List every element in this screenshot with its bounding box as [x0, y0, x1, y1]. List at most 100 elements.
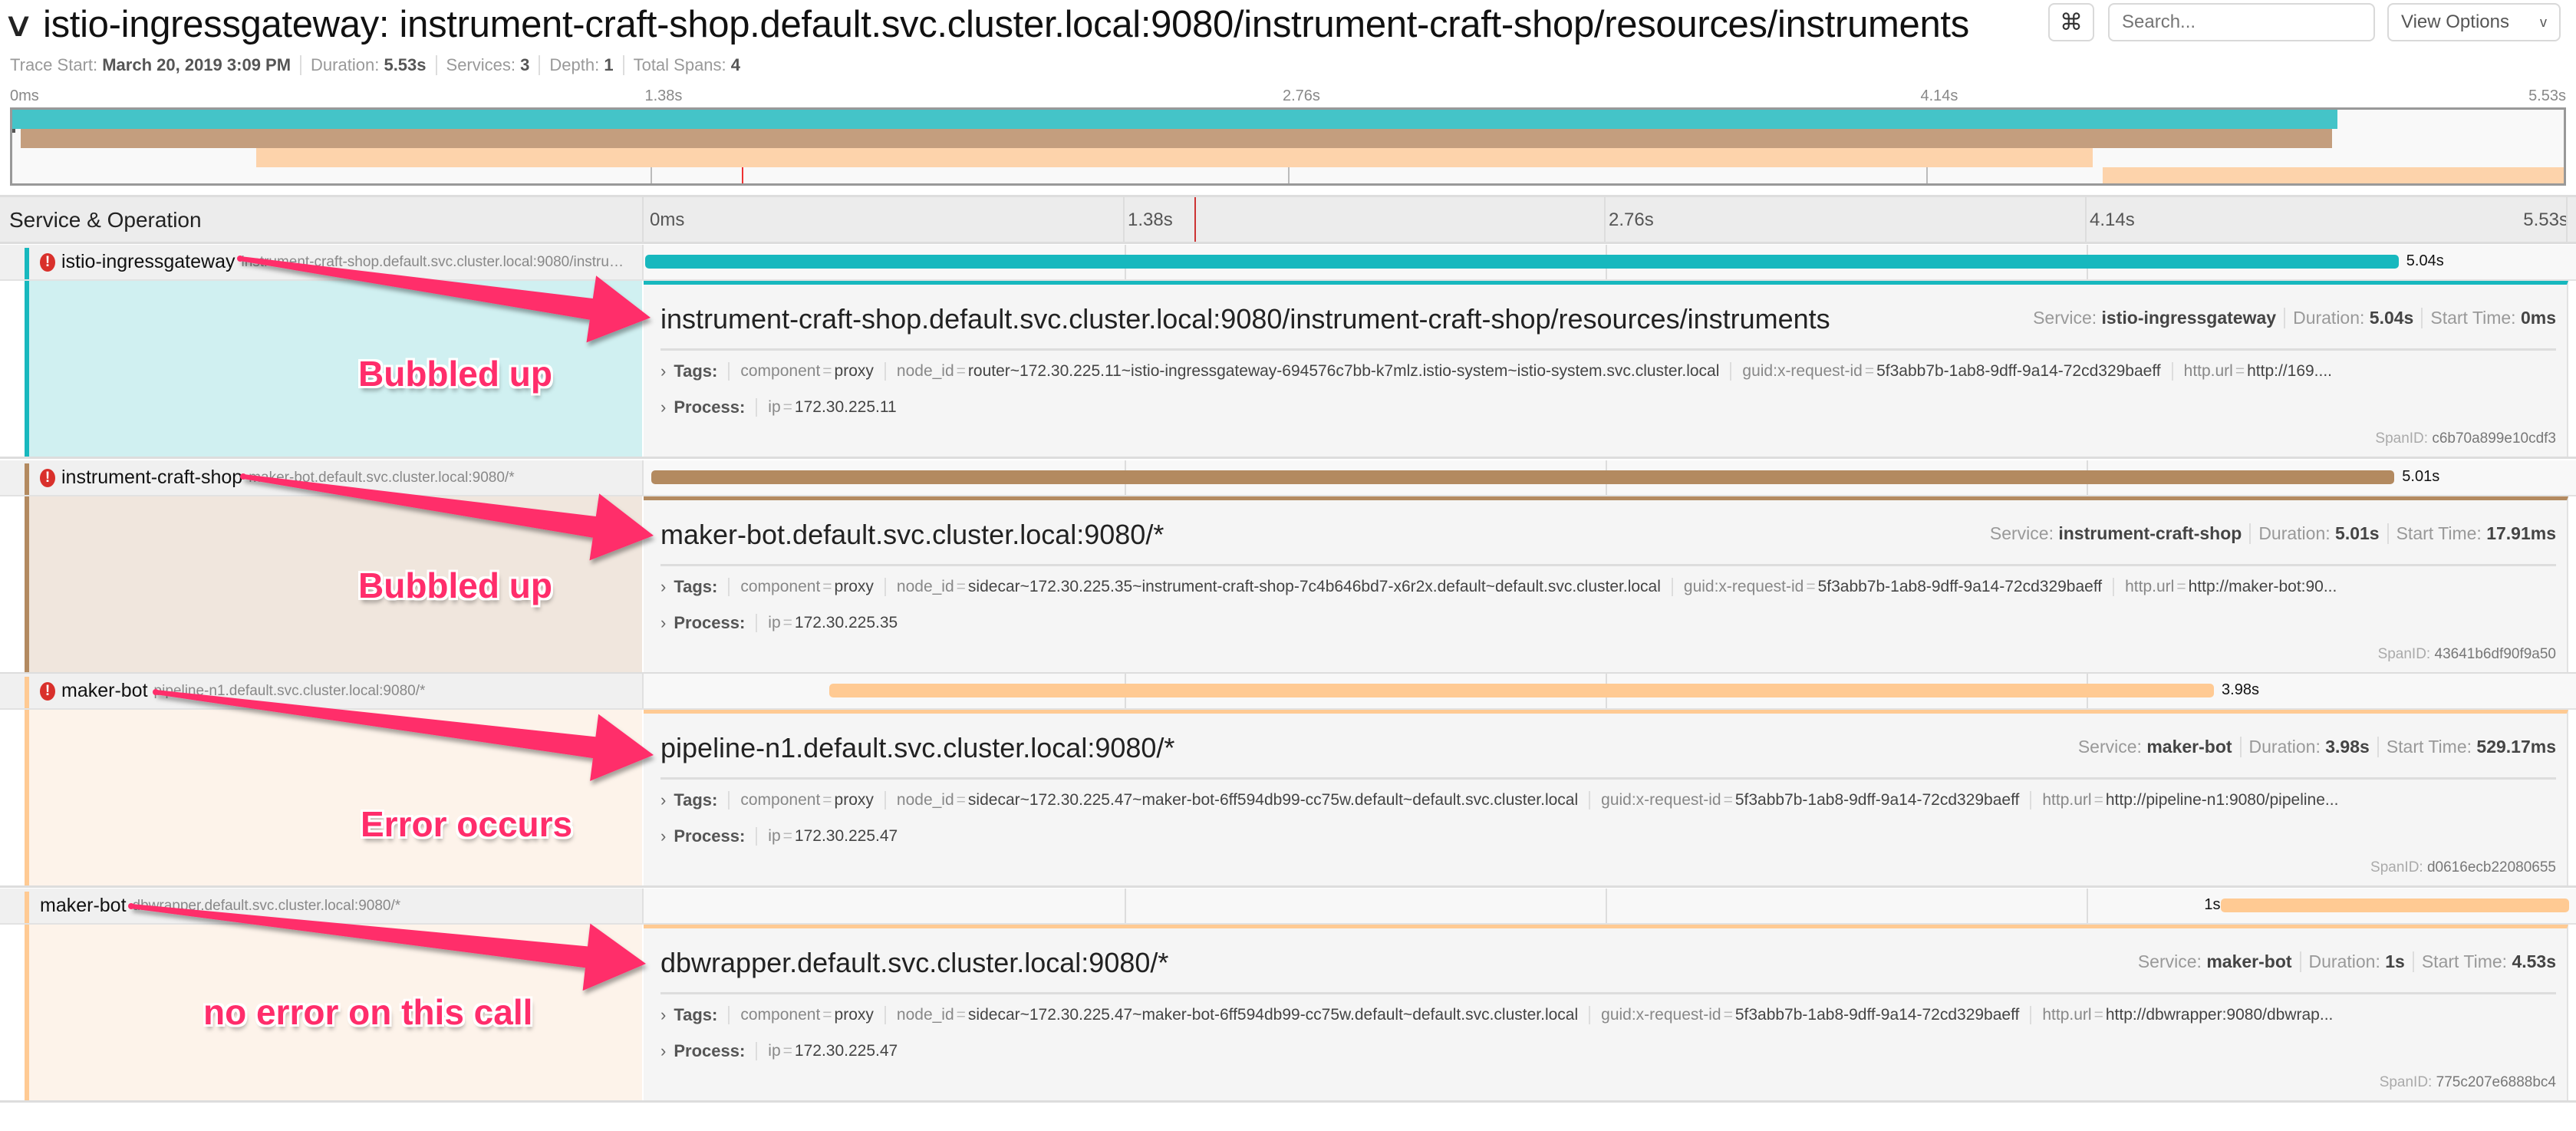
minimap-span-bar	[20, 129, 2332, 148]
chevron-right-icon[interactable]: ›	[660, 790, 666, 810]
span-label[interactable]: ! maker-bot pipeline-n1.default.svc.cluste…	[40, 674, 631, 708]
tag-equals: =	[2176, 578, 2186, 595]
tags-section[interactable]: › Tags: component = proxy node_id = sidecar~172…	[660, 1005, 2556, 1025]
tags-section[interactable]: › Tags: component = proxy node_id = sidecar~172…	[660, 790, 2556, 810]
tags-item: node_id = sidecar~172.30.225.47~maker-bot-…	[884, 791, 1589, 810]
span-service-name: maker-bot	[61, 680, 148, 701]
span-duration-bar[interactable]	[828, 684, 2215, 697]
detail-duration-value: 1s	[2385, 951, 2405, 971]
span-label[interactable]: ! instrument-craft-shop maker-bot.default.…	[40, 460, 631, 495]
chevron-right-icon[interactable]: ›	[660, 613, 666, 633]
span-row[interactable]: ! istio-ingressgateway instrument-craft-sh…	[0, 245, 2576, 281]
span-detail-title: instrument-craft-shop.default.svc.cluste…	[660, 303, 1830, 335]
process-section[interactable]: › Process: ip = 172.30.225.35	[660, 613, 2556, 633]
span-timeline[interactable]: 5.01s	[642, 460, 2576, 495]
detail-service-value: instrument-craft-shop	[2058, 523, 2242, 543]
span-duration-bar[interactable]	[645, 255, 2399, 269]
tag-value: proxy	[834, 1006, 874, 1024]
tag-key: guid:x-request-id	[1601, 1006, 1721, 1024]
span-detail-panel: pipeline-n1.default.svc.cluster.local:90…	[644, 710, 2568, 885]
tag-value: http://maker-bot:90...	[2188, 578, 2337, 595]
tag-key: component	[740, 791, 821, 809]
detail-start-time-value: 0ms	[2520, 308, 2556, 328]
keyboard-shortcuts-button[interactable]: ⌘	[2048, 3, 2094, 41]
view-options-label: View Options	[2401, 12, 2509, 32]
tag-equals: =	[822, 791, 832, 809]
span-duration-label: 5.04s	[2406, 252, 2444, 269]
tags-item: http.url = http://maker-bot:90...	[2113, 578, 2347, 596]
process-label: Process:	[674, 1041, 746, 1060]
span-timeline[interactable]: 1s	[642, 889, 2576, 923]
chevron-down-icon[interactable]: ∨	[2, 5, 48, 45]
tag-key: component	[740, 362, 821, 380]
detail-duration: Duration: 5.04s	[2284, 308, 2421, 328]
tag-equals: =	[956, 578, 966, 595]
span-detail-title: dbwrapper.default.svc.cluster.local:9080…	[660, 947, 1169, 978]
trace-title-bar: ∨ istio-ingressgateway: instrument-craft…	[0, 0, 2033, 49]
span-id: SpanID: 43641b6df90f9a50	[2378, 646, 2556, 663]
chevron-right-icon[interactable]: ›	[660, 577, 666, 597]
process-section[interactable]: › Process: ip = 172.30.225.47	[660, 1041, 2556, 1061]
tag-equals: =	[782, 1042, 792, 1060]
detail-service-label: Service:	[2077, 737, 2142, 757]
span-id-value: c6b70a899e10cdf3	[2432, 430, 2556, 447]
chevron-right-icon[interactable]: ›	[660, 361, 666, 381]
span-detail-meta: Service: istio-ingressgateway Duration: 5…	[2025, 308, 2556, 328]
tags-section[interactable]: › Tags: component = proxy node_id = sidecar~172…	[660, 577, 2556, 597]
chevron-right-icon[interactable]: ›	[660, 1041, 666, 1061]
span-duration-bar[interactable]	[651, 470, 2395, 484]
tags-item: component = proxy	[728, 791, 884, 810]
detail-start-time-value: 4.53s	[2512, 951, 2556, 971]
span-service-name: instrument-craft-shop	[61, 467, 243, 488]
detail-service-label: Service:	[2137, 951, 2202, 971]
tags-section[interactable]: › Tags: component = proxy node_id = router~172.…	[660, 361, 2556, 381]
span-detail-indent	[25, 710, 642, 885]
chevron-right-icon[interactable]: ›	[660, 397, 666, 417]
tag-value: 172.30.225.11	[794, 398, 897, 416]
trace-minimap[interactable]	[10, 107, 2566, 186]
timeline-gridline	[1125, 889, 1126, 923]
minimap-tick-label: 5.53s	[2528, 87, 2566, 104]
span-row[interactable]: ! instrument-craft-shop maker-bot.default.…	[0, 460, 2576, 496]
detail-start-time-value: 529.17ms	[2476, 737, 2556, 757]
tag-equals: =	[956, 1006, 966, 1024]
process-label: Process:	[674, 826, 746, 846]
minimap-span-bar	[2102, 167, 2564, 183]
span-service-name: maker-bot	[40, 895, 127, 916]
search-input[interactable]	[2108, 3, 2375, 41]
chevron-right-icon[interactable]: ›	[660, 1005, 666, 1025]
view-options-button[interactable]: View Options v	[2387, 3, 2561, 41]
trace-depth: Depth: 1	[539, 55, 622, 75]
tag-value: http://169....	[2247, 362, 2333, 380]
timeline-gridline	[1604, 197, 1606, 242]
detail-service: Service: istio-ingressgateway	[2025, 308, 2284, 328]
timeline-tick-label: 4.14s	[2090, 209, 2135, 230]
detail-service-value: maker-bot	[2146, 737, 2232, 757]
process-section[interactable]: › Process: ip = 172.30.225.47	[660, 826, 2556, 846]
chevron-right-icon[interactable]: ›	[660, 826, 666, 846]
annotation-label: Error occurs	[361, 804, 573, 844]
process-section[interactable]: › Process: ip = 172.30.225.11	[660, 397, 2556, 417]
timeline-tick-label: 2.76s	[1609, 209, 1654, 230]
timeline-gridline	[1606, 889, 1607, 923]
process-label: Process:	[674, 613, 746, 632]
service-color-bar	[25, 496, 29, 672]
timeline-gridline	[2566, 197, 2568, 242]
span-timeline[interactable]: 5.04s	[642, 245, 2576, 279]
tag-equals: =	[822, 1006, 832, 1024]
span-duration-bar[interactable]	[2221, 899, 2569, 912]
tag-equals: =	[1723, 1006, 1733, 1024]
span-row[interactable]: maker-bot dbwrapper.default.svc.cluster.l…	[0, 889, 2576, 925]
process-item: ip = 172.30.225.35	[756, 614, 908, 632]
tag-equals: =	[1864, 362, 1875, 380]
span-duration-label: 1s	[2204, 896, 2221, 913]
detail-start-time: Start Time: 0ms	[2421, 308, 2556, 328]
detail-service-value: istio-ingressgateway	[2101, 308, 2277, 328]
tag-key: ip	[768, 614, 781, 631]
tags-label: Tags:	[674, 1005, 718, 1024]
span-label[interactable]: maker-bot dbwrapper.default.svc.cluster.l…	[40, 889, 631, 923]
span-row[interactable]: ! maker-bot pipeline-n1.default.svc.cluste…	[0, 674, 2576, 710]
span-label[interactable]: ! istio-ingressgateway instrument-craft-sh…	[40, 245, 631, 279]
span-timeline[interactable]: 3.98s	[642, 674, 2576, 708]
span-detail-panel: maker-bot.default.svc.cluster.local:9080…	[644, 496, 2568, 672]
